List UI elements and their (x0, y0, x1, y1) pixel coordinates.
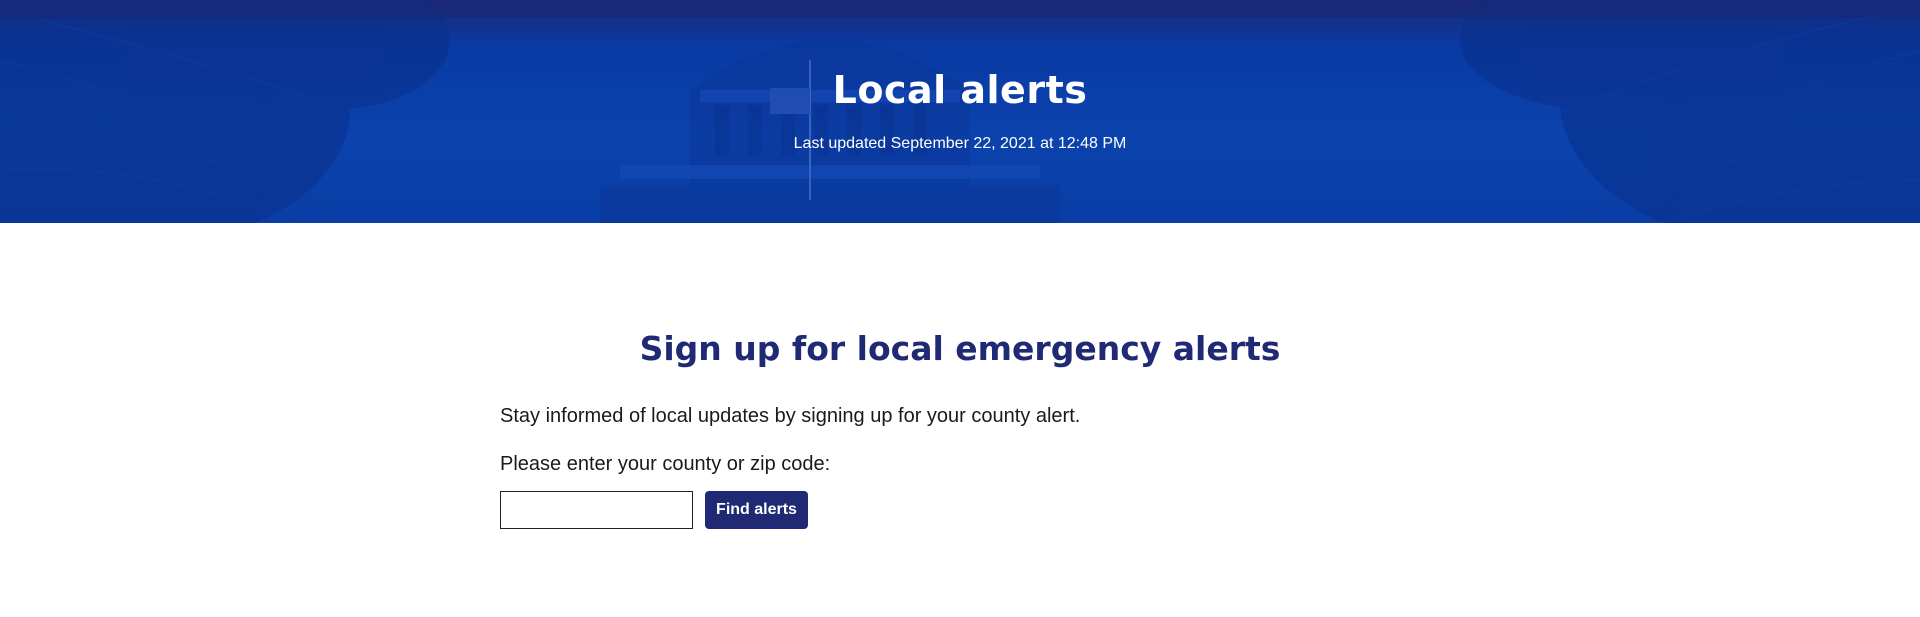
county-zip-input[interactable] (500, 491, 693, 529)
signup-heading: Sign up for local emergency alerts (639, 329, 1281, 368)
page-title: Local alerts (832, 68, 1088, 112)
signup-intro-text: Stay informed of local updates by signin… (500, 405, 1081, 427)
last-updated-text: Last updated September 22, 2021 at 12:48… (793, 135, 1127, 152)
hero-banner: Local alerts Last updated September 22, … (0, 0, 1920, 223)
county-zip-label: Please enter your county or zip code: (500, 453, 831, 475)
find-alerts-button[interactable]: Find alerts (705, 491, 808, 529)
